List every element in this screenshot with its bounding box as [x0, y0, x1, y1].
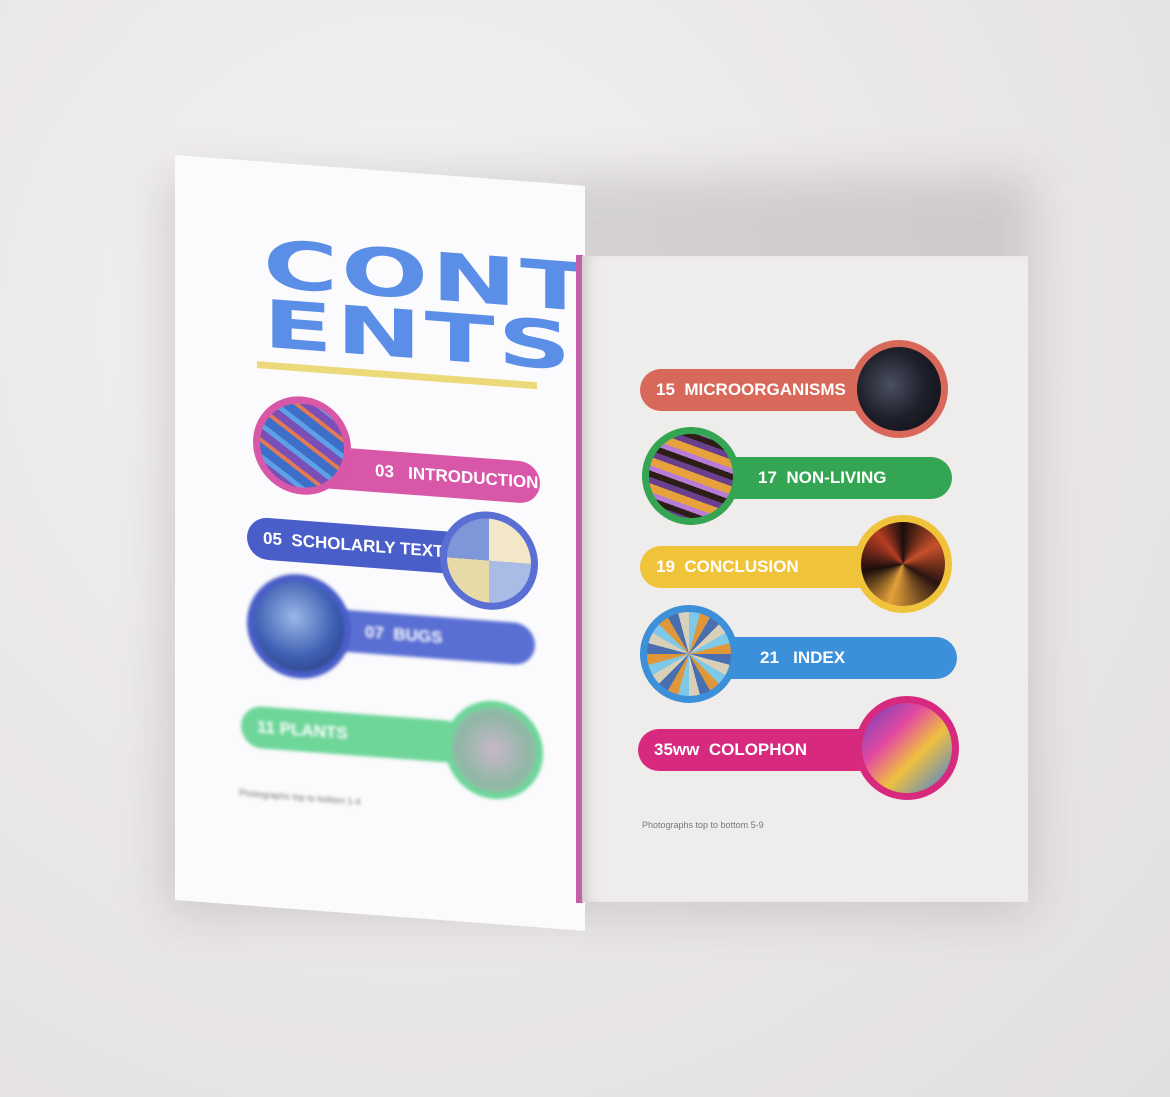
colophon-photo: [855, 696, 959, 800]
toc-label: MICROORGANISMS: [684, 380, 846, 399]
toc-page-number: 15: [656, 380, 675, 399]
microorganisms-photo: [850, 340, 948, 438]
conclusion-photo: [854, 515, 952, 613]
toc-label: SCHOLARLY TEXT: [291, 530, 444, 562]
toc-page-number: 21: [760, 648, 779, 667]
left-page: CONT ENTS 03 INTRODUCTION 05 SCHOLARLY T…: [175, 155, 585, 931]
toc-page-number: 35ww: [654, 740, 700, 759]
index-photo: [640, 605, 738, 703]
toc-page-number: 03: [375, 461, 394, 482]
introduction-photo: [253, 392, 351, 499]
plants-photo: [445, 697, 543, 803]
toc-label: CONCLUSION: [684, 557, 799, 576]
toc-label: COLOPHON: [708, 740, 808, 759]
photo-caption-right: Photographs top to bottom 5-9: [642, 820, 764, 830]
toc-page-number: 07: [365, 622, 384, 643]
toc-page-number: 17: [758, 468, 777, 487]
bugs-photo: [247, 570, 351, 683]
toc-page-number: 11: [257, 717, 275, 738]
toc-label: NON-LIVING: [786, 468, 887, 487]
toc-page-number: 05: [263, 528, 282, 550]
non-living-photo: [642, 427, 740, 525]
scholarly-text-photo: [440, 507, 538, 614]
toc-page-number: 19: [656, 557, 675, 576]
toc-entry-plants[interactable]: 11 PLANTS: [241, 704, 466, 764]
toc-label: INDEX: [793, 648, 846, 667]
toc-label: BUGS: [393, 624, 443, 648]
toc-label: PLANTS: [279, 718, 348, 743]
right-page: 15 MICROORGANISMS 17 NON-LIVING 19 CONCL…: [582, 256, 1028, 902]
photo-caption-left: Photographs top to bottom 1-4: [239, 787, 361, 807]
toc-label: INTRODUCTION: [408, 463, 539, 493]
